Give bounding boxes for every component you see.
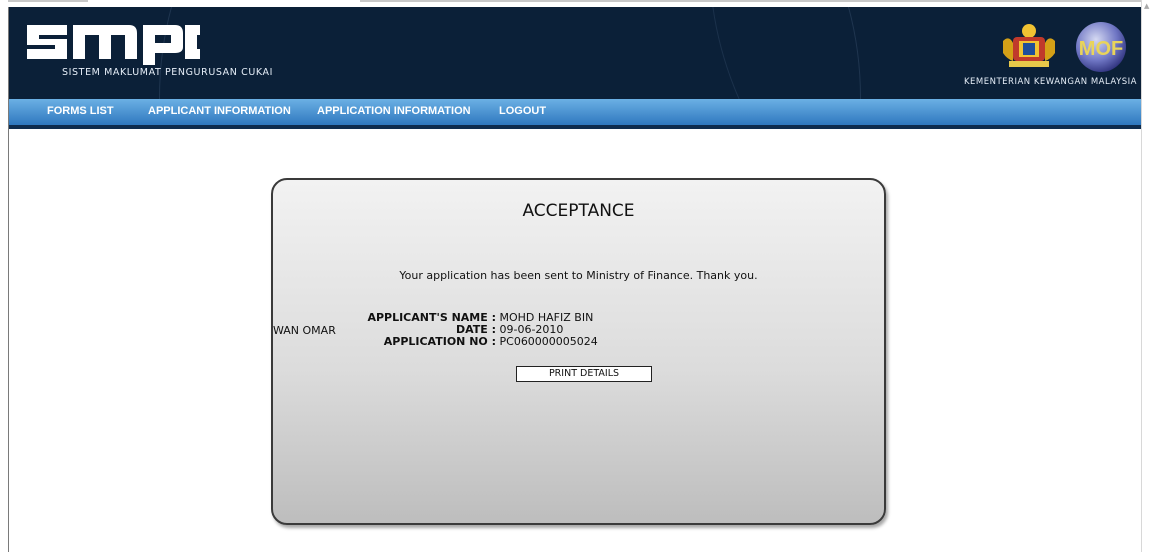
nav-application-information[interactable]: APPLICATION INFORMATION: [317, 105, 471, 117]
site-header: smpc SISTEM MAKLUMAT PENGURUSAN CUKAI MO…: [9, 7, 1141, 99]
acceptance-panel: ACCEPTANCE Your application has been sen…: [271, 178, 886, 525]
nav-applicant-information[interactable]: APPLICANT INFORMATION: [148, 105, 291, 117]
panel-title: ACCEPTANCE: [522, 201, 635, 221]
mof-logo-icon: MOF: [1076, 22, 1126, 72]
malaysia-crest-icon: [1003, 24, 1055, 67]
svg-text:MOF: MOF: [1079, 38, 1123, 60]
smpc-logo: smpc: [27, 25, 200, 66]
system-name: SISTEM MAKLUMAT PENGURUSAN CUKAI: [62, 67, 274, 78]
nav-forms-list[interactable]: FORMS LIST: [47, 105, 114, 117]
tab-edge: [360, 0, 1141, 2]
confirmation-message: Your application has been sent to Minist…: [399, 269, 758, 282]
main-nav: FORMS LIST APPLICANT INFORMATION APPLICA…: [9, 99, 1141, 129]
page-frame: smpc SISTEM MAKLUMAT PENGURUSAN CUKAI MO…: [8, 7, 1141, 552]
scroll-up-icon[interactable]: ▲: [1144, 2, 1152, 10]
nav-logout[interactable]: LOGOUT: [499, 105, 546, 117]
application-no-label: APPLICATION NO :: [383, 335, 496, 348]
application-no-row: APPLICATION NO : PC060000005024: [273, 335, 608, 348]
browser-tab-strip: [0, 0, 1141, 7]
vertical-scrollbar[interactable]: ▲: [1141, 0, 1153, 552]
application-no-value: PC060000005024: [499, 335, 598, 348]
tab-edge: [8, 0, 88, 2]
svg-text:smpc: smpc: [85, 64, 88, 66]
ministry-name: KEMENTERIAN KEWANGAN MALAYSIA: [963, 77, 1137, 87]
print-details-button[interactable]: PRINT DETAILS: [516, 366, 652, 382]
